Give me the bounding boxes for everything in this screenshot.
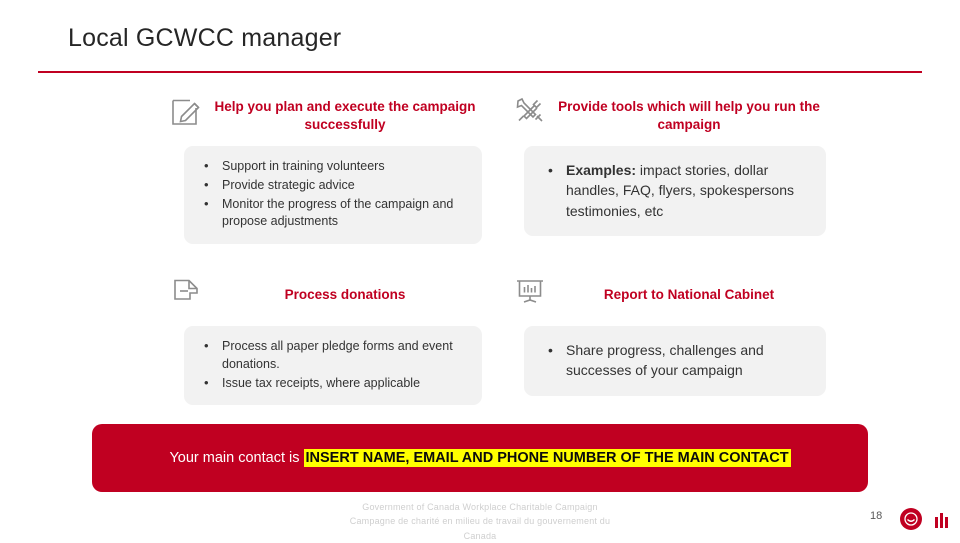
- quadrant-row-1: Help you plan and execute the campaign s…: [160, 92, 826, 244]
- quadrant-plan-execute: Help you plan and execute the campaign s…: [160, 92, 482, 244]
- bullet-list: Process all paper pledge forms and event…: [194, 337, 468, 393]
- quadrant-title: Help you plan and execute the campaign s…: [214, 99, 476, 133]
- bullet-list: Share progress, challenges and successes…: [536, 340, 810, 381]
- bullet-list: Support in training volunteers Provide s…: [194, 157, 468, 232]
- presentation-chart-icon: [504, 272, 556, 308]
- quadrant-provide-tools: Provide tools which will help you run th…: [504, 92, 826, 244]
- list-item: Issue tax receipts, where applicable: [194, 374, 468, 393]
- quadrant-header: Process donations: [160, 272, 482, 318]
- banner-text: Your main contact is INSERT NAME, EMAIL …: [169, 449, 791, 467]
- list-item: Provide strategic advice: [194, 176, 468, 195]
- quadrant-header: Report to National Cabinet: [504, 272, 826, 318]
- slide: Local GCWCC manager Help you plan and ex…: [0, 0, 960, 543]
- flag-bar: [934, 517, 938, 528]
- quadrant-report-cabinet: Report to National Cabinet Share progres…: [504, 272, 826, 405]
- wordmark-line-fr: Campagne de charité en milieu de travail…: [349, 516, 611, 541]
- hand-coin-icon: [160, 272, 212, 308]
- flag-bar: [939, 513, 943, 528]
- flag-bar: [944, 517, 948, 528]
- quadrant-process-donations: Process donations Process all paper pled…: [160, 272, 482, 406]
- quadrant-row-2: Process donations Process all paper pled…: [160, 272, 826, 406]
- quadrant-body: Process all paper pledge forms and event…: [184, 326, 482, 406]
- wordmark-line-en: Government of Canada Workplace Charitabl…: [362, 502, 598, 512]
- quadrant-body: Examples: impact stories, dollar handles…: [524, 146, 826, 236]
- quadrant-title: Report to National Cabinet: [603, 287, 775, 302]
- tools-icon: [504, 92, 556, 128]
- quadrant-header: Provide tools which will help you run th…: [504, 92, 826, 138]
- quadrant-title: Provide tools which will help you run th…: [558, 99, 820, 133]
- quadrant-grid: Help you plan and execute the campaign s…: [160, 92, 826, 406]
- quadrant-body: Support in training volunteers Provide s…: [184, 146, 482, 244]
- canada-wordmark-icon: [930, 508, 952, 528]
- quadrant-title: Process donations: [284, 287, 406, 302]
- page-title: Local GCWCC manager: [68, 24, 342, 52]
- title-divider: [38, 71, 922, 73]
- list-item: Share progress, challenges and successes…: [536, 340, 810, 381]
- pencil-square-icon: [160, 92, 212, 128]
- gcwcc-logo-icon: [900, 508, 922, 530]
- list-item: Monitor the progress of the campaign and…: [194, 195, 468, 232]
- quadrant-header: Help you plan and execute the campaign s…: [160, 92, 482, 138]
- list-item: Examples: impact stories, dollar handles…: [536, 160, 810, 221]
- contact-placeholder: INSERT NAME, EMAIL AND PHONE NUMBER OF T…: [303, 449, 791, 467]
- list-item: Process all paper pledge forms and event…: [194, 337, 468, 374]
- page-number: 18: [870, 510, 883, 522]
- banner-lead: Your main contact is: [169, 450, 304, 466]
- bullet-list: Examples: impact stories, dollar handles…: [536, 160, 810, 221]
- quadrant-body: Share progress, challenges and successes…: [524, 326, 826, 396]
- gcwcc-wordmark: Government of Canada Workplace Charitabl…: [340, 500, 620, 543]
- bullet-lead: Examples:: [566, 162, 637, 178]
- main-contact-banner: Your main contact is INSERT NAME, EMAIL …: [92, 424, 868, 492]
- list-item: Support in training volunteers: [194, 157, 468, 176]
